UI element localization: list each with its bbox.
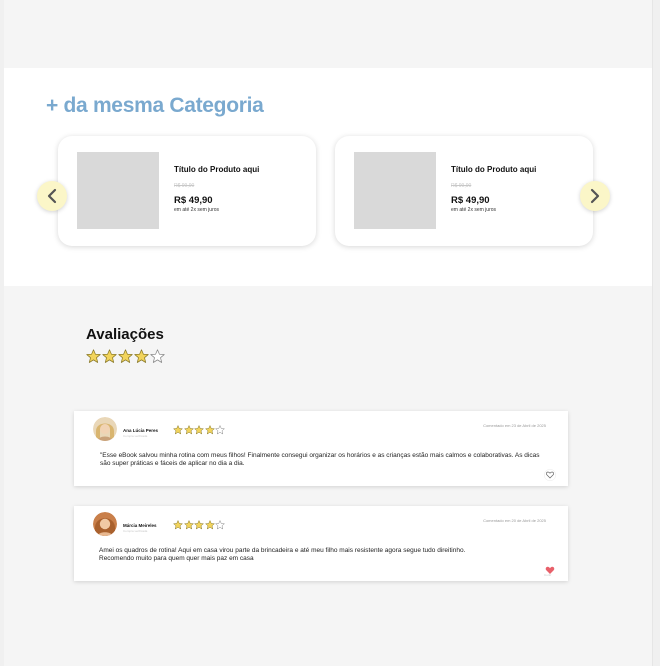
- star-filled-icon: [204, 425, 215, 435]
- product-card[interactable]: Título do Produto aqui R$ 99,90 R$ 49,90…: [335, 136, 593, 246]
- review-rating-stars: [173, 520, 225, 530]
- product-image-placeholder: [77, 152, 159, 229]
- old-price: R$ 99,90: [174, 183, 195, 189]
- chevron-left-icon: [47, 188, 57, 204]
- star-filled-icon: [86, 349, 101, 363]
- product-image-placeholder: [354, 152, 436, 229]
- star-filled-icon: [194, 425, 204, 435]
- product-title[interactable]: Título do Produto aqui: [174, 165, 259, 174]
- carousel-next-button[interactable]: [580, 181, 610, 211]
- product-price: R$ 49,90: [451, 195, 490, 206]
- reviewer-name: Márcia Meireles: [123, 523, 157, 528]
- star-filled-icon: [204, 520, 215, 530]
- old-price: R$ 99,90: [451, 183, 472, 189]
- review-date: Comentado em 23 de Abril de 2025: [483, 423, 546, 428]
- star-filled-icon: [173, 520, 183, 530]
- installments-text: em até 2x sem juros: [451, 207, 497, 213]
- review-card: Márcia Meireles Compra verificada Coment…: [74, 506, 568, 581]
- installments-text: em até 2x sem juros: [174, 207, 220, 213]
- star-filled-icon: [183, 425, 194, 435]
- section-title: + da mesma Categoria: [46, 94, 264, 117]
- review-card: Ana Lúcia Peres Compra verificada Coment…: [74, 411, 568, 486]
- star-filled-icon: [194, 520, 204, 530]
- star-filled-icon: [134, 349, 149, 363]
- like-label: Curtir: [544, 573, 552, 577]
- reviews-title: Avaliações: [86, 326, 164, 343]
- overall-rating-stars: [86, 349, 165, 364]
- product-card[interactable]: Título do Produto aqui R$ 99,90 R$ 49,90…: [58, 136, 316, 246]
- avatar: [93, 417, 117, 441]
- review-text: "Esse eBook salvou minha rotina com meus…: [100, 452, 540, 467]
- product-title[interactable]: Título do Produto aqui: [451, 165, 536, 174]
- star-empty-icon: [215, 425, 225, 435]
- avatar: [93, 512, 117, 536]
- review-rating-stars: [173, 425, 225, 435]
- star-filled-icon: [102, 349, 117, 363]
- reviewer-subtitle: Compra verificada: [123, 434, 148, 438]
- star-filled-icon: [118, 349, 133, 363]
- top-blank-area: [0, 0, 660, 68]
- related-products-section: + da mesma Categoria Título do Produto a…: [4, 68, 652, 286]
- review-text: Amei os quadros de rotina! Aqui em casa …: [99, 547, 466, 562]
- scrollbar-track[interactable]: [652, 0, 660, 666]
- star-filled-icon: [183, 520, 194, 530]
- star-empty-icon: [150, 349, 165, 363]
- review-date: Comentado em 20 de Abril de 2025: [483, 518, 546, 523]
- like-button[interactable]: [543, 468, 557, 482]
- star-empty-icon: [215, 520, 225, 530]
- reviewer-name: Ana Lúcia Peres: [123, 428, 159, 433]
- heart-outline-icon: [543, 468, 557, 482]
- star-filled-icon: [173, 425, 183, 435]
- reviewer-subtitle: Compra verificada: [123, 529, 148, 533]
- carousel-prev-button[interactable]: [37, 181, 67, 211]
- product-price: R$ 49,90: [174, 195, 213, 206]
- chevron-right-icon: [590, 188, 600, 204]
